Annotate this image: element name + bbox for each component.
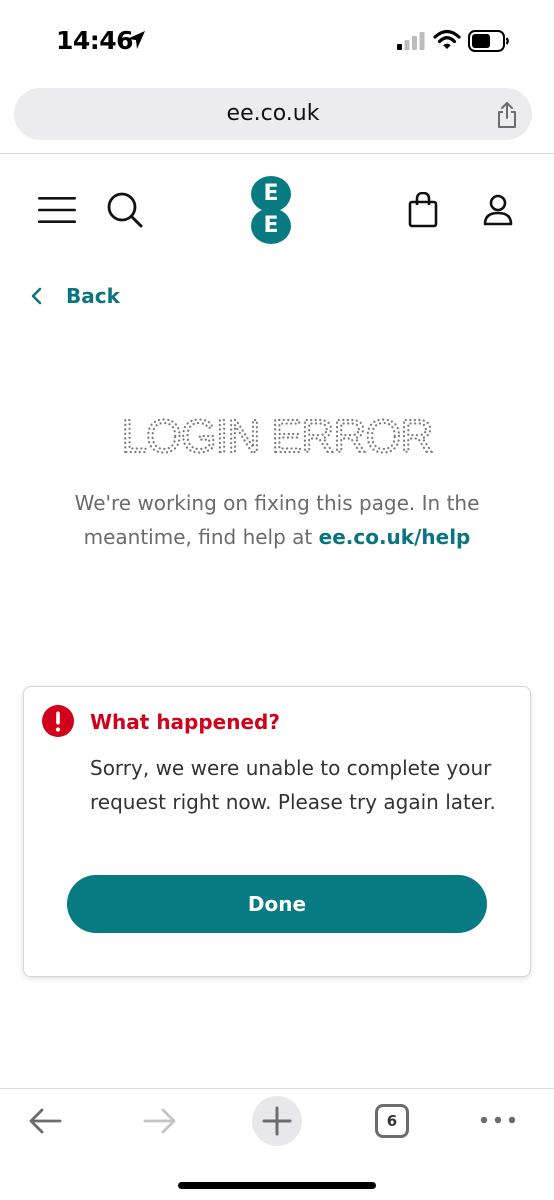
help-link[interactable]: ee.co.uk/help: [319, 525, 471, 549]
done-button[interactable]: Done: [67, 875, 487, 933]
ee-logo[interactable]: E E: [251, 176, 291, 244]
share-icon[interactable]: [496, 102, 518, 128]
logo-letter: E: [251, 208, 291, 244]
chevron-left-icon: [31, 287, 42, 305]
location-arrow-icon: [127, 31, 145, 49]
logo-letter: E: [251, 176, 291, 212]
back-link[interactable]: Back: [30, 280, 120, 312]
cellular-signal-icon: [397, 32, 425, 50]
page-title-text: LOGIN ERROR: [121, 410, 432, 462]
back-arrow-icon[interactable]: [28, 1106, 62, 1136]
hamburger-menu-icon[interactable]: [38, 196, 76, 224]
tabs-button[interactable]: 6: [375, 1104, 409, 1138]
status-time: 14:46: [56, 26, 134, 55]
wifi-icon: [433, 29, 461, 49]
divider: [0, 1088, 554, 1089]
dialog-title: What happened?: [90, 710, 280, 734]
divider: [0, 153, 554, 154]
alert-icon: [42, 705, 74, 737]
dialog-message: Sorry, we were unable to complete your r…: [90, 756, 496, 814]
forward-arrow-icon[interactable]: [143, 1106, 177, 1136]
search-icon[interactable]: [106, 191, 144, 229]
account-icon[interactable]: [482, 194, 514, 226]
plus-icon: [262, 1106, 292, 1136]
home-indicator: [178, 1182, 376, 1189]
error-description: We're working on fixing this page. In th…: [40, 486, 514, 554]
url-text: ee.co.uk: [226, 101, 320, 126]
more-icon[interactable]: [480, 1110, 516, 1130]
back-link-label: Back: [66, 284, 120, 308]
page-title: LOGIN ERROR: [0, 409, 554, 468]
error-dialog: What happened? Sorry, we were unable to …: [23, 686, 531, 977]
address-bar[interactable]: ee.co.uk: [14, 88, 532, 140]
new-tab-button[interactable]: [252, 1096, 302, 1146]
shopping-bag-icon[interactable]: [408, 192, 438, 228]
battery-icon: [468, 30, 509, 52]
